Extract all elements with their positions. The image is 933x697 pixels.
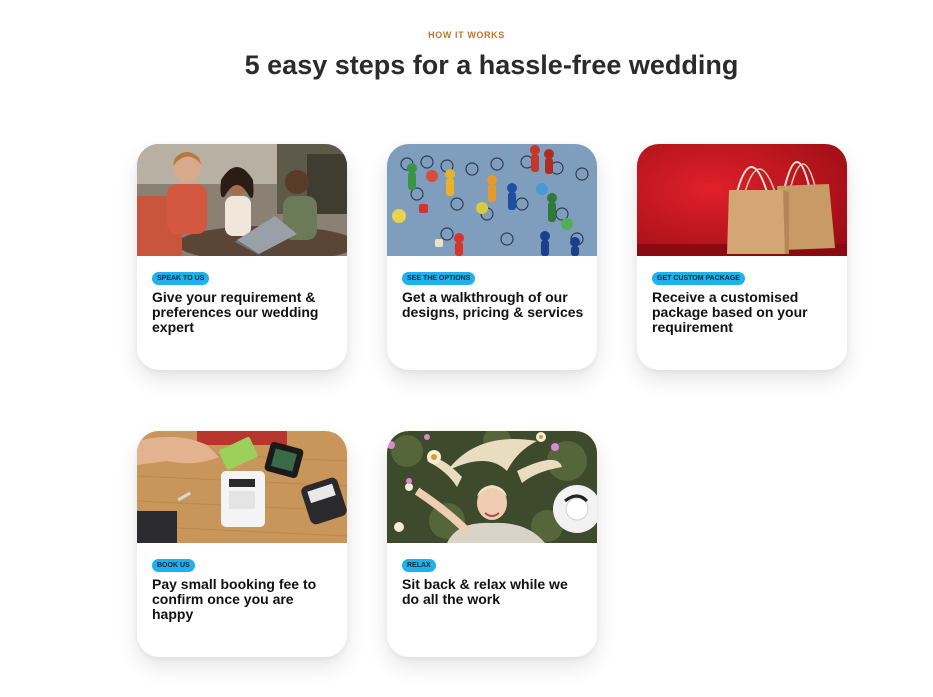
step-description: Receive a customised package based on yo… <box>652 289 808 335</box>
step-badge: RELAX <box>402 559 436 572</box>
step-badge: BOOK US <box>152 559 195 572</box>
step-card-get-custom-package[interactable]: GET CUSTOM PACKAGE Receive a customised … <box>637 144 847 370</box>
step-card-book-us[interactable]: BOOK US Pay small booking fee to confirm… <box>137 431 347 657</box>
step-card-speak-to-us[interactable]: SPEAK TO US Give your requirement & pref… <box>137 144 347 370</box>
step-description: Sit back & relax while we do all the wor… <box>402 576 568 607</box>
board-game-pieces-photo <box>387 144 597 256</box>
step-description: Get a walkthrough of our designs, pricin… <box>402 289 584 320</box>
gift-bags-on-red-photo <box>637 144 847 256</box>
step-description: Pay small booking fee to confirm once yo… <box>152 576 317 622</box>
step-badge: SEE THE OPTIONS <box>402 272 476 285</box>
section-title: 5 easy steps for a hassle-free wedding <box>244 50 739 80</box>
step-description: Give your requirement & preferences our … <box>152 289 319 335</box>
step-badge: GET CUSTOM PACKAGE <box>652 272 745 285</box>
section-eyebrow: HOW IT WORKS <box>428 30 505 40</box>
step-badge: SPEAK TO US <box>152 272 210 285</box>
step-card-see-the-options[interactable]: SEE THE OPTIONS Get a walkthrough of our… <box>387 144 597 370</box>
people-meeting-at-laptop-photo <box>137 144 347 256</box>
woman-relaxing-on-grass-photo <box>387 431 597 543</box>
step-card-relax[interactable]: RELAX Sit back & relax while we do all t… <box>387 431 597 657</box>
card-payment-terminal-photo <box>137 431 347 543</box>
